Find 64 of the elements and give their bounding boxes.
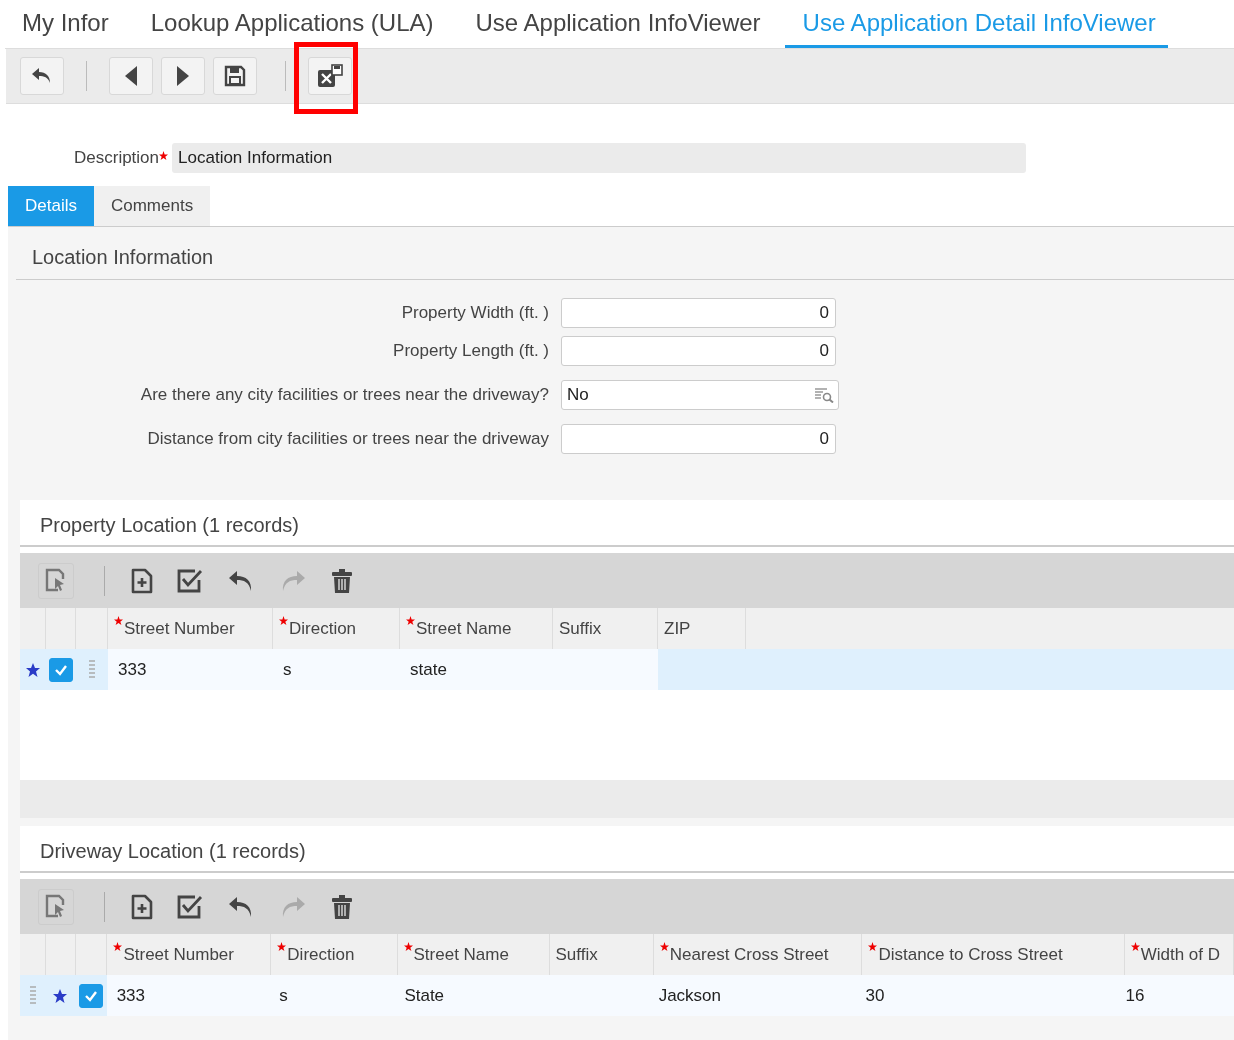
export-icon <box>317 64 343 88</box>
column-header[interactable]: Nearest Cross Street <box>669 944 829 965</box>
select-button[interactable] <box>38 562 74 599</box>
field-label: Property Length (ft. ) <box>392 341 550 361</box>
row-checkbox[interactable] <box>49 657 73 682</box>
table-cell: 30 <box>865 985 885 1006</box>
table-cell: s <box>283 659 292 680</box>
table-cell: 333 <box>116 985 145 1006</box>
grid-title: Driveway Location (1 records) <box>20 826 1234 873</box>
toolbar-button[interactable] <box>20 57 64 95</box>
column-header[interactable]: Suffix <box>555 944 598 965</box>
column-header[interactable]: Street Number <box>124 618 235 639</box>
toolbar-button[interactable] <box>213 57 257 95</box>
star-icon <box>52 987 69 1004</box>
checkbox-icon[interactable] <box>177 893 203 920</box>
row-checkbox[interactable] <box>78 983 103 1008</box>
focused-cell[interactable] <box>658 649 746 690</box>
column-header[interactable]: Distance to Cross Street <box>878 944 1063 965</box>
checkbox-icon[interactable] <box>177 567 203 594</box>
add-document-icon[interactable] <box>131 893 153 920</box>
trash-icon[interactable] <box>331 567 353 594</box>
table-cell: state <box>410 659 447 680</box>
page-tab[interactable]: My Infor <box>5 0 133 48</box>
add-document-icon[interactable] <box>131 567 153 594</box>
right-triangle-icon <box>176 65 190 87</box>
page-tab[interactable]: Use Application InfoViewer <box>457 0 785 48</box>
column-header[interactable]: Direction <box>287 944 355 965</box>
toolbar-button[interactable] <box>109 57 153 95</box>
trash-icon[interactable] <box>331 893 353 920</box>
field-label: Are there any city facilities or trees near the driveway? <box>139 385 550 405</box>
save-icon <box>224 65 246 87</box>
table-cell: State <box>404 985 445 1006</box>
table-cell: 16 <box>1125 985 1145 1006</box>
undo-arrow-icon <box>31 67 53 85</box>
column-header[interactable]: Width of D <box>1140 944 1221 965</box>
table-cell: Jackson <box>658 985 722 1006</box>
lookup-icon[interactable] <box>814 387 834 403</box>
column-header[interactable]: Street Name <box>416 618 512 639</box>
description-field[interactable]: Location Information <box>172 143 1027 173</box>
field-label: Property Width (ft. ) <box>400 303 550 323</box>
grid-title: Property Location (1 records) <box>20 500 1234 547</box>
toolbar-button[interactable] <box>161 57 205 95</box>
field-label: Distance from city facilities or trees near the driveway <box>146 429 550 449</box>
tab[interactable]: Comments <box>93 186 211 226</box>
select-button[interactable] <box>38 888 74 925</box>
drag-handle-icon[interactable] <box>89 658 95 681</box>
column-header[interactable]: Street Name <box>413 944 509 965</box>
column-header[interactable]: ZIP <box>664 618 691 639</box>
field-label: Description <box>74 148 160 168</box>
number-field[interactable]: 0 <box>561 336 836 366</box>
column-header[interactable]: Direction <box>289 618 357 639</box>
page-tab[interactable]: Lookup Applications (ULA) <box>132 0 458 48</box>
number-field[interactable]: 0 <box>561 424 836 454</box>
section-title: Location Information <box>16 238 1234 280</box>
star-icon <box>25 661 41 678</box>
column-header[interactable]: Suffix <box>559 618 602 639</box>
table-cell: s <box>279 985 288 1006</box>
drag-handle-icon[interactable] <box>29 984 36 1007</box>
number-field[interactable]: 0 <box>561 298 836 328</box>
toolbar-button[interactable] <box>308 57 352 95</box>
column-header[interactable]: Street Number <box>123 944 234 965</box>
table-cell: 333 <box>118 659 147 680</box>
left-triangle-icon <box>124 65 138 87</box>
lookup-field[interactable]: No <box>561 380 839 410</box>
